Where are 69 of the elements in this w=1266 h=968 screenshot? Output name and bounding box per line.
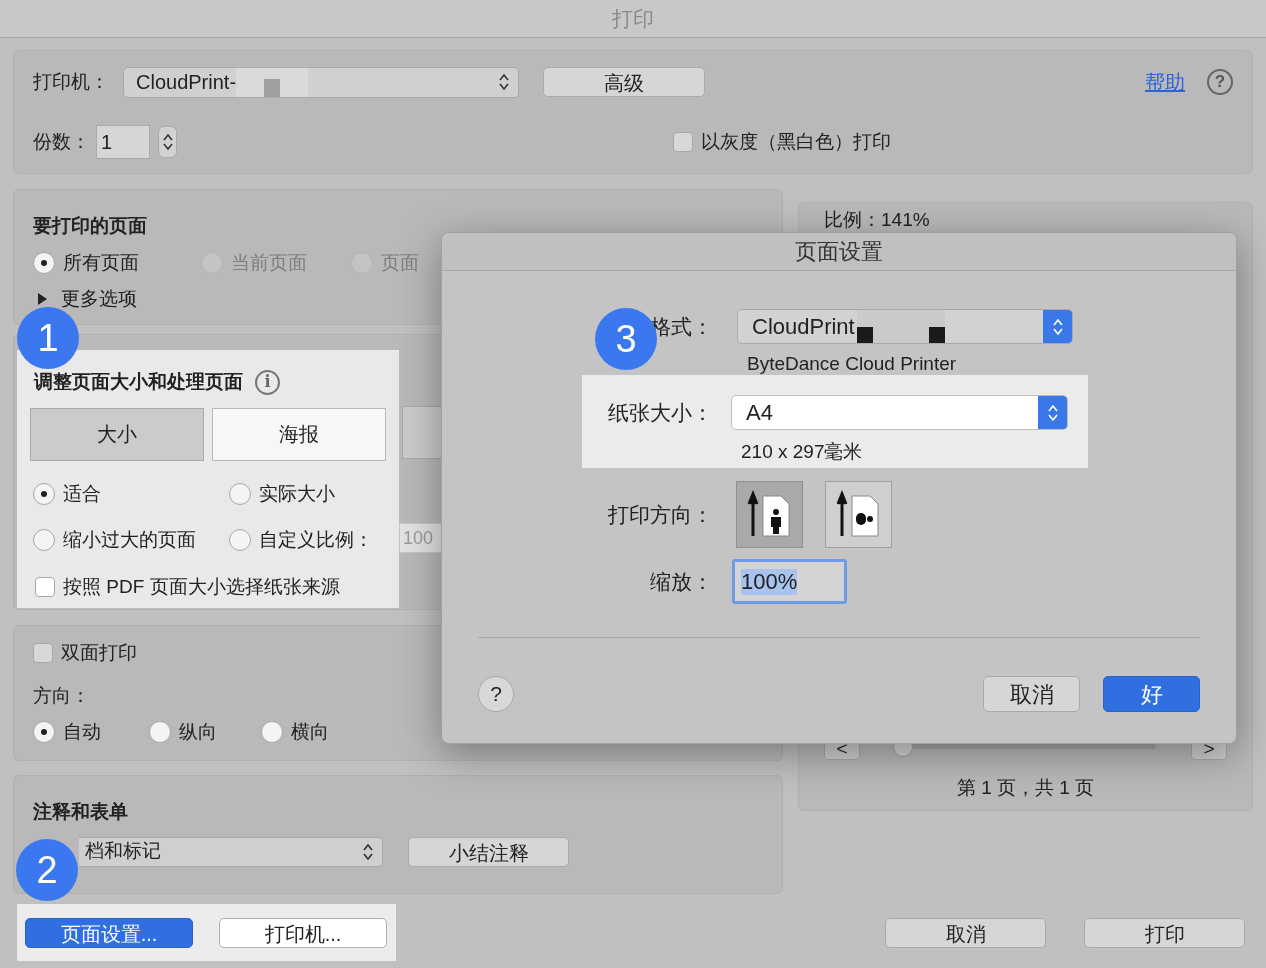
radio-button[interactable] — [33, 529, 55, 552]
disclosure-triangle-icon[interactable] — [37, 293, 49, 306]
help-icon[interactable]: ? — [1207, 69, 1233, 95]
radio-label: 自动 — [63, 720, 101, 744]
checkbox[interactable] — [35, 576, 55, 597]
help-button[interactable]: ? — [478, 676, 514, 712]
landscape-page-icon — [835, 489, 882, 540]
radio-button[interactable] — [229, 529, 251, 552]
format-select[interactable]: CloudPrint — [737, 309, 1073, 344]
portrait-page-icon — [746, 489, 793, 540]
updown-caret-icon — [1051, 316, 1064, 337]
section-title: 要打印的页面 — [33, 214, 148, 238]
info-icon[interactable]: i — [255, 369, 280, 395]
window-title: 打印 — [612, 5, 654, 32]
paper-size-label: 纸张大小： — [608, 399, 713, 426]
radio-button[interactable] — [261, 721, 283, 744]
radio-button[interactable] — [149, 721, 171, 744]
button[interactable]: 取消 — [983, 676, 1080, 712]
stepper[interactable] — [158, 126, 177, 158]
format-note: ByteDance Cloud Printer — [747, 353, 958, 375]
radio-button[interactable] — [33, 721, 55, 744]
radio-label: 页面 — [381, 250, 419, 275]
button[interactable]: 打印 — [1084, 917, 1245, 948]
printer-label: 打印机： — [33, 69, 110, 94]
section-title: 调整页面大小和处理页面 — [34, 370, 243, 394]
radio-label: 实际大小 — [259, 481, 335, 506]
radio-label: 纵向 — [179, 720, 217, 744]
primary-button[interactable]: 页面设置... — [25, 917, 193, 948]
checkbox-label: 双面打印 — [61, 641, 137, 665]
printer-select[interactable]: CloudPrint- — [123, 66, 519, 98]
page-info: 第 1 页，共 1 页 — [955, 775, 1096, 800]
checkbox-label: 以灰度（黑白色）打印 — [701, 129, 891, 154]
paper-size-select[interactable]: A4 — [731, 395, 1068, 430]
updown-caret-icon — [498, 72, 510, 92]
radio-label: 所有页面 — [63, 250, 139, 275]
button[interactable]: 小结注释 — [408, 836, 569, 867]
scale-label: 缩放： — [650, 568, 713, 595]
section-title: 注释和表单 — [33, 800, 129, 824]
radio-label: 适合 — [63, 481, 101, 506]
radio-label: 当前页面 — [231, 250, 307, 275]
scale-field[interactable]: 100% — [732, 559, 847, 604]
updown-caret-icon — [1046, 402, 1059, 423]
annotations-select[interactable]: 档和标记 — [79, 836, 383, 867]
checkbox-label: 按照 PDF 页面大小选择纸张来源 — [63, 574, 340, 599]
radio-button[interactable] — [33, 482, 55, 505]
copies-field[interactable]: 1 — [96, 125, 150, 159]
radio-button[interactable] — [33, 251, 55, 274]
orientation-button[interactable] — [825, 481, 892, 548]
dialog-title: 页面设置 — [795, 238, 883, 266]
radio-label: 自定义比例： — [259, 528, 373, 552]
checkbox[interactable] — [673, 132, 693, 152]
checkbox[interactable] — [33, 643, 53, 664]
radio-button[interactable] — [229, 482, 251, 505]
button[interactable]: 取消 — [885, 917, 1046, 948]
copies-label: 份数： — [33, 129, 91, 154]
radio-label: 横向 — [291, 720, 329, 744]
button[interactable]: 高级 — [543, 67, 705, 97]
stepper-arrows-icon — [161, 132, 174, 152]
primary-button[interactable]: 好 — [1103, 676, 1200, 712]
scale-label: 比例：141% — [824, 208, 931, 232]
orientation-button[interactable] — [736, 481, 803, 548]
orientation-label: 方向： — [33, 683, 90, 708]
radio-label: 缩小过大的页面 — [63, 528, 196, 552]
paper-size-note: 210 x 297毫米 — [741, 440, 864, 464]
button[interactable]: 打印机... — [219, 917, 387, 948]
segment-tab[interactable]: 海报 — [212, 407, 386, 461]
updown-caret-icon — [362, 841, 374, 862]
segment-tab[interactable]: 大小 — [30, 407, 204, 461]
orientation-label: 打印方向： — [608, 501, 713, 528]
